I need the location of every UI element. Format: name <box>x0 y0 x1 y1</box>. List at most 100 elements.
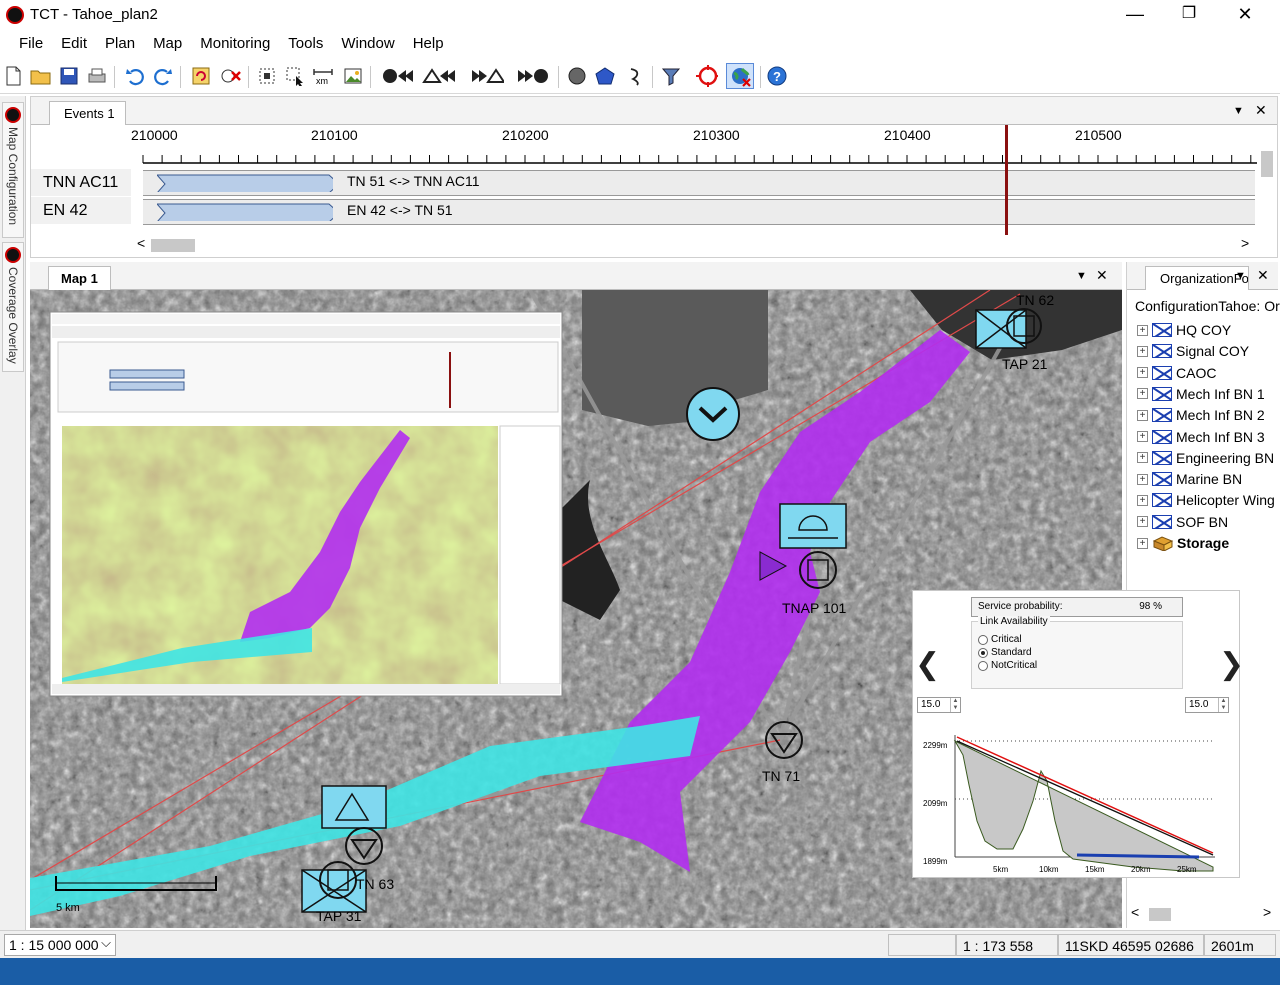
redo-icon[interactable] <box>152 65 174 87</box>
left-antenna-height-input[interactable]: 15.0 ▲ ▼ <box>917 697 961 713</box>
expand-icon[interactable]: + <box>1137 388 1148 400</box>
events-panel-close-button[interactable]: ✕ <box>1255 102 1267 119</box>
menu-edit[interactable]: Edit <box>52 30 96 58</box>
next-link-button[interactable]: ❯ <box>1219 647 1244 682</box>
menu-file[interactable]: File <box>0 30 52 58</box>
title-bar: TCT - Tahoe_plan2 — ❐ ✕ <box>0 0 1280 30</box>
org-tree-item[interactable]: + Mech Inf BN 1 <box>1137 384 1265 404</box>
scroll-right-button[interactable]: > <box>1263 904 1271 920</box>
menu-monitoring[interactable]: Monitoring <box>191 30 279 58</box>
spin-buttons[interactable]: ▲ ▼ <box>950 698 960 712</box>
org-tree-item[interactable]: + Signal COY <box>1137 341 1249 361</box>
help-icon[interactable]: ? <box>766 65 788 87</box>
org-tree-item[interactable]: + SOF BN <box>1137 512 1228 532</box>
save-icon[interactable] <box>58 65 80 87</box>
spin-buttons[interactable]: ▲ ▼ <box>1218 698 1228 712</box>
scale-dropdown[interactable]: 1 : 15 000 000 ⌵ <box>4 934 116 956</box>
org-tree-item[interactable]: + Marine BN <box>1137 469 1242 489</box>
unit-downlink-marker[interactable] <box>686 387 740 441</box>
current-time-marker[interactable] <box>1005 125 1008 235</box>
radio-critical[interactable]: Critical <box>978 634 1022 645</box>
org-tree-item-storage[interactable]: + Storage <box>1137 533 1229 553</box>
menu-plan[interactable]: Plan <box>96 30 144 58</box>
play-end-icon[interactable] <box>516 65 550 87</box>
org-panel-menu-button[interactable]: ▼ <box>1235 270 1246 282</box>
event-duration-bar[interactable] <box>157 174 333 192</box>
chevron-down-icon[interactable]: ⌵ <box>101 935 111 951</box>
events-horizontal-scrollbar[interactable]: < > <box>131 235 1257 255</box>
close-window-button[interactable]: ✕ <box>1222 2 1268 28</box>
org-tree-item[interactable]: + CAOC <box>1137 363 1216 383</box>
expand-icon[interactable]: + <box>1137 324 1148 336</box>
org-tree-item[interactable]: + Helicopter Wing <box>1137 490 1275 510</box>
rewind-icon[interactable] <box>422 65 456 87</box>
menu-help[interactable]: Help <box>404 30 453 58</box>
scroll-thumb[interactable] <box>1149 908 1171 921</box>
tab-events-1[interactable]: Events 1 <box>49 101 126 125</box>
expand-icon[interactable]: + <box>1137 409 1148 421</box>
new-file-icon[interactable] <box>2 65 24 87</box>
org-panel-close-button[interactable]: ✕ <box>1257 267 1269 284</box>
events-panel-menu-button[interactable]: ▼ <box>1233 105 1244 117</box>
print-icon[interactable] <box>86 65 108 87</box>
expand-icon[interactable]: + <box>1137 345 1148 357</box>
scroll-right-button[interactable]: > <box>1241 235 1249 251</box>
line-icon[interactable] <box>624 65 646 87</box>
radio-notcritical[interactable]: NotCritical <box>978 660 1037 671</box>
expand-icon[interactable]: + <box>1137 452 1148 464</box>
event-row-label[interactable]: TNN AC11 <box>31 169 131 197</box>
expand-icon[interactable]: + <box>1137 516 1148 528</box>
measure-icon[interactable]: xm <box>312 65 334 87</box>
scroll-thumb[interactable] <box>1261 151 1273 177</box>
radio-standard[interactable]: Standard <box>978 647 1032 658</box>
expand-icon[interactable]: + <box>1137 537 1148 549</box>
circle-icon[interactable] <box>566 65 588 87</box>
events-vertical-scrollbar[interactable] <box>1257 125 1277 255</box>
scroll-thumb[interactable] <box>151 239 195 252</box>
menu-tools[interactable]: Tools <box>279 30 332 58</box>
previous-link-button[interactable]: ❮ <box>915 647 940 682</box>
forward-icon[interactable] <box>470 65 504 87</box>
globe-icon[interactable] <box>726 63 754 89</box>
org-horizontal-scrollbar[interactable]: < > <box>1127 904 1277 924</box>
menu-window[interactable]: Window <box>332 30 403 58</box>
area-select-icon[interactable] <box>284 65 306 87</box>
coverage-overlay-tab[interactable]: Coverage Overlay <box>2 242 24 372</box>
refresh-icon[interactable] <box>190 65 212 87</box>
map-panel-menu-button[interactable]: ▼ <box>1076 270 1087 282</box>
org-tree-item[interactable]: + HQ COY <box>1137 320 1231 340</box>
play-start-icon[interactable] <box>380 65 414 87</box>
menu-map[interactable]: Map <box>144 30 191 58</box>
polygon-icon[interactable] <box>594 65 616 87</box>
maximize-button[interactable]: ❐ <box>1166 2 1212 28</box>
org-tree-item[interactable]: + Mech Inf BN 3 <box>1137 427 1265 447</box>
expand-icon[interactable]: + <box>1137 367 1148 379</box>
expand-icon[interactable]: + <box>1137 494 1148 506</box>
tab-organization-form[interactable]: OrganizationForm <box>1145 266 1249 290</box>
event-duration-bar[interactable] <box>157 203 333 221</box>
open-folder-icon[interactable] <box>30 65 52 87</box>
event-label[interactable]: EN 42 <-> TN 51 <box>347 202 453 218</box>
undo-icon[interactable] <box>124 65 146 87</box>
org-tree-root[interactable]: ConfigurationTahoe: Org <box>1135 298 1280 314</box>
org-tree-item[interactable]: + Engineering BN <box>1137 448 1274 468</box>
inset-screenshot[interactable] <box>49 311 563 697</box>
filter-icon[interactable] <box>660 65 682 87</box>
scroll-left-button[interactable]: < <box>1131 904 1139 920</box>
expand-icon[interactable]: + <box>1137 473 1148 485</box>
org-tree-item[interactable]: + Mech Inf BN 2 <box>1137 405 1265 425</box>
minimize-button[interactable]: — <box>1112 2 1158 28</box>
event-label[interactable]: TN 51 <-> TNN AC11 <box>347 173 480 189</box>
right-antenna-height-input[interactable]: 15.0 ▲ ▼ <box>1185 697 1229 713</box>
target-icon[interactable] <box>696 65 718 87</box>
event-row-label[interactable]: EN 42 <box>31 197 131 225</box>
scroll-left-button[interactable]: < <box>137 235 145 251</box>
image-icon[interactable] <box>342 65 364 87</box>
map-configuration-tab[interactable]: Map Configuration <box>2 102 24 238</box>
map-panel-close-button[interactable]: ✕ <box>1096 267 1108 284</box>
tab-map-1[interactable]: Map 1 <box>48 266 111 290</box>
delete-icon[interactable] <box>220 65 242 87</box>
expand-icon[interactable]: + <box>1137 431 1148 442</box>
select-icon[interactable] <box>256 65 278 87</box>
events-timeline[interactable]: 210000 210100 210200 210300 210400 21050… <box>131 125 1257 235</box>
